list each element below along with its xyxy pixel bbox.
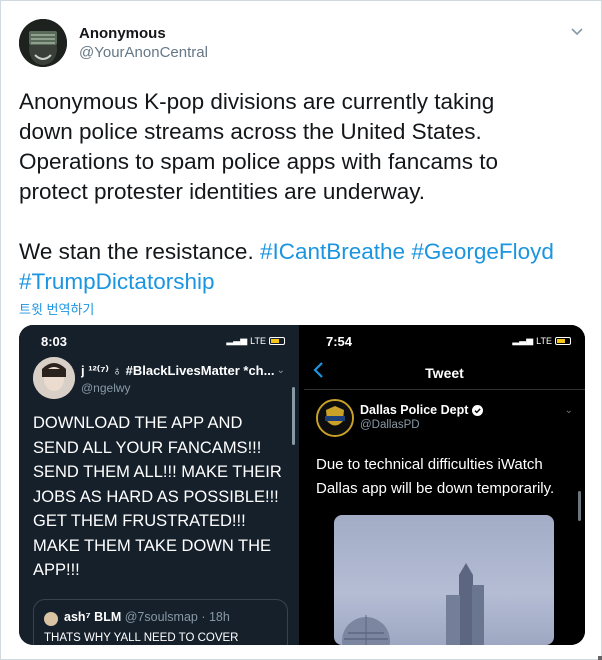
tweet-text-line: We stan the resistance. (19, 239, 254, 264)
quoted-tweet-header: ash⁷ BLM @7soulsmap · 18h (64, 610, 230, 624)
quoted-tweet: ash⁷ BLM @7soulsmap · 18h THATS WHY YALL… (33, 599, 288, 645)
anonymous-mask-icon (19, 19, 67, 67)
screenshot-author-handle: @DallasPD (360, 419, 420, 431)
media-image-right[interactable]: 7:54 ▂▃▅ LTE Tweet Dallas Police Dept @D… (304, 325, 585, 645)
tweet-text-line: protect protester identities are underwa… (19, 179, 426, 204)
quoted-tweet-name: ash⁷ BLM (64, 610, 122, 624)
chevron-down-icon: ⌄ (276, 365, 285, 376)
screenshot-tweet-body: DOWNLOAD THE APP AND SEND ALL YOUR FANCA… (33, 414, 282, 579)
chevron-down-icon: ⌄ (564, 405, 573, 416)
screen-title: Tweet (425, 365, 464, 381)
signal-icon: ▂▃▅ (512, 335, 534, 345)
author-handle[interactable]: @YourAnonCentral (79, 44, 208, 61)
verified-badge-icon (472, 404, 484, 416)
tweet-text-line: Operations to spam police apps with fanc… (19, 149, 498, 174)
author-name[interactable]: Anonymous (79, 25, 166, 42)
battery-icon (269, 336, 285, 345)
hashtag-link[interactable]: #TrumpDictatorship (19, 269, 214, 294)
status-icons: ▂▃▅ LTE (226, 335, 285, 346)
status-bar: 8:03 ▂▃▅ LTE (19, 325, 299, 359)
tweet-media[interactable]: 8:03 ▂▃▅ LTE j ¹²⁽⁷⁾ ♁ #BlackLivesMatter… (19, 325, 585, 645)
status-icons: ▂▃▅ LTE (512, 335, 571, 346)
network-label: LTE (250, 335, 266, 346)
chevron-down-icon[interactable] (569, 23, 585, 39)
translate-tweet-link[interactable]: 트윗 번역하기 (19, 299, 94, 318)
status-time: 8:03 (41, 334, 68, 349)
scrollbar (578, 491, 581, 521)
hashtag-link[interactable]: #GeorgeFloyd (411, 239, 554, 264)
screenshot-author-name: Dallas Police Dept (360, 403, 469, 417)
screenshot-tweet-body: Due to technical difficulties iWatch Dal… (316, 456, 555, 497)
quoted-author-handle: @ngelwy (81, 381, 131, 395)
quoted-tweet-handle: @7soulsmap · 18h (124, 610, 230, 624)
tweet-text: Anonymous K-pop divisions are currently … (19, 87, 585, 297)
skyline-photo (334, 515, 554, 645)
status-time: 7:54 (326, 334, 353, 349)
avatar (44, 612, 58, 626)
tweet-text-line: down police streams across the United St… (19, 119, 482, 144)
divider (304, 389, 585, 390)
hashtag-link[interactable]: #ICantBreathe (260, 239, 405, 264)
tweet-text-line: Anonymous K-pop divisions are currently … (19, 89, 495, 114)
status-bar: 7:54 ▂▃▅ LTE (304, 325, 585, 359)
battery-icon (555, 336, 571, 345)
quoted-tweet-text: THATS WHY YALL NEED TO COVER (44, 632, 239, 644)
police-badge-icon (316, 399, 354, 437)
tweet-card: Anonymous @YourAnonCentral Anonymous K-p… (0, 0, 602, 660)
screenshot-author: Dallas Police Dept (360, 403, 484, 417)
network-label: LTE (536, 335, 552, 346)
signal-icon: ▂▃▅ (226, 335, 248, 345)
media-image-left[interactable]: 8:03 ▂▃▅ LTE j ¹²⁽⁷⁾ ♁ #BlackLivesMatter… (19, 325, 299, 645)
avatar (33, 357, 75, 399)
author-avatar[interactable] (19, 19, 67, 67)
quoted-author-name: j ¹²⁽⁷⁾ ♁ #BlackLivesMatter *ch... (81, 363, 275, 378)
